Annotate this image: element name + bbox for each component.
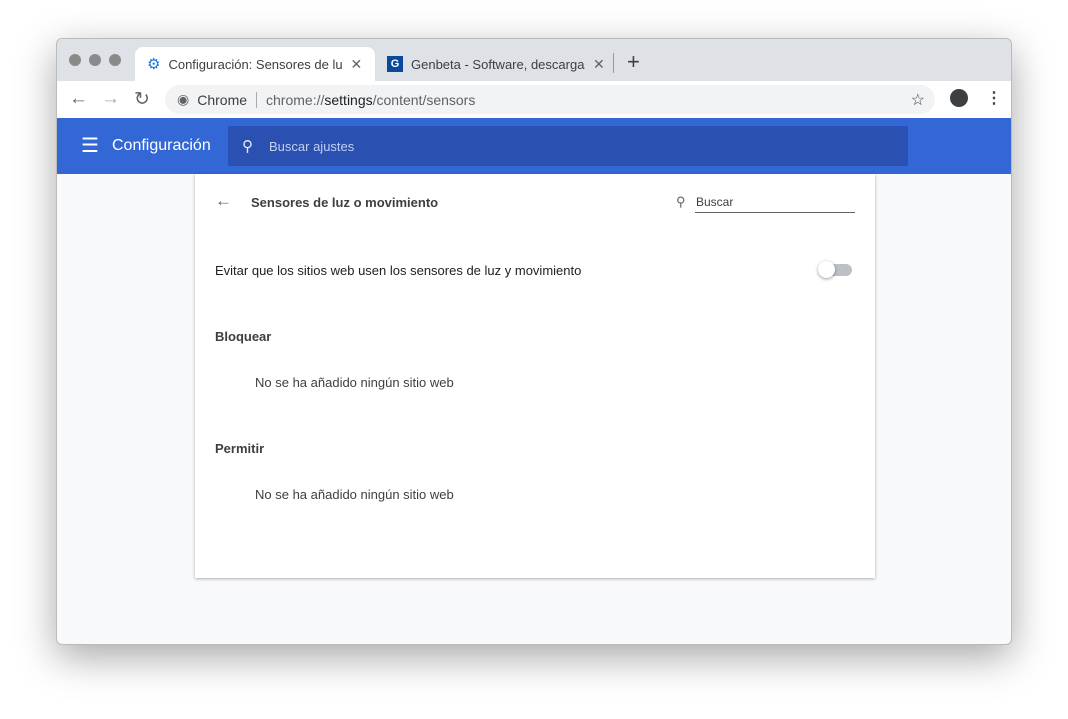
address-bar[interactable]: ◉ Chrome chrome://settings/content/senso…	[165, 85, 935, 114]
tab-genbeta[interactable]: G Genbeta - Software, descargas ✕	[383, 47, 608, 81]
divider	[256, 91, 258, 108]
site-search-input[interactable]: Buscar	[695, 191, 855, 213]
search-icon: ⚲	[676, 194, 686, 209]
browser-window: ⚙ Configuración: Sensores de luz ✕ G Gen…	[56, 38, 1012, 645]
settings-header: ☰ Configuración ⚲ Buscar ajustes	[57, 118, 1011, 174]
allow-heading: Permitir	[215, 441, 265, 456]
block-heading: Bloquear	[215, 329, 272, 344]
genbeta-logo-icon: G	[387, 56, 403, 72]
close-tab-icon[interactable]: ✕	[593, 56, 605, 73]
tab-title: Configuración: Sensores de luz	[168, 56, 343, 72]
toggle-label: Evitar que los sitios web usen los senso…	[215, 263, 582, 278]
menu-kebab-icon[interactable]: ⋮	[986, 88, 1002, 108]
allow-empty-text: No se ha añadido ningún sitio web	[255, 487, 454, 502]
tab-divider	[613, 53, 614, 73]
close-tab-icon[interactable]: ✕	[350, 56, 362, 73]
hamburger-menu-icon[interactable]: ☰	[81, 133, 99, 158]
chrome-icon: ◉	[177, 91, 190, 107]
settings-search-input[interactable]: ⚲ Buscar ajustes	[228, 126, 908, 166]
toggle-knob	[818, 261, 835, 278]
back-arrow-button[interactable]: ←	[215, 191, 232, 211]
new-tab-button[interactable]: +	[627, 49, 640, 75]
close-window-button[interactable]	[69, 54, 81, 66]
url-host: settings	[324, 91, 373, 108]
maximize-window-button[interactable]	[109, 54, 121, 66]
back-button[interactable]: ←	[69, 88, 88, 110]
block-sensors-toggle[interactable]	[818, 261, 852, 278]
forward-button[interactable]: →	[101, 88, 120, 110]
block-empty-text: No se ha añadido ningún sitio web	[255, 375, 454, 390]
search-placeholder: Buscar ajustes	[269, 138, 355, 154]
search-icon: ⚲	[242, 138, 253, 155]
page-title: Configuración	[112, 137, 211, 154]
sensors-card: ← Sensores de luz o movimiento ⚲ Buscar …	[195, 174, 875, 578]
profile-icon[interactable]	[950, 89, 968, 107]
url-path: /content/sensors	[372, 91, 476, 108]
tab-settings[interactable]: ⚙ Configuración: Sensores de luz ✕	[135, 47, 375, 81]
tab-title: Genbeta - Software, descargas	[411, 56, 585, 72]
url-scheme: chrome://	[266, 91, 325, 108]
tab-strip: ⚙ Configuración: Sensores de luz ✕ G Gen…	[57, 39, 1011, 81]
reload-button[interactable]: ↻	[134, 88, 150, 111]
gear-icon: ⚙	[147, 56, 161, 73]
toolbar: ← → ↻ ◉ Chrome chrome://settings/content…	[57, 81, 1011, 119]
subpage-title: Sensores de luz o movimiento	[251, 195, 439, 210]
origin-chip: Chrome	[197, 91, 248, 108]
search-placeholder: Buscar	[696, 195, 734, 209]
minimize-window-button[interactable]	[89, 54, 101, 66]
bookmark-star-icon[interactable]: ☆	[911, 90, 925, 110]
